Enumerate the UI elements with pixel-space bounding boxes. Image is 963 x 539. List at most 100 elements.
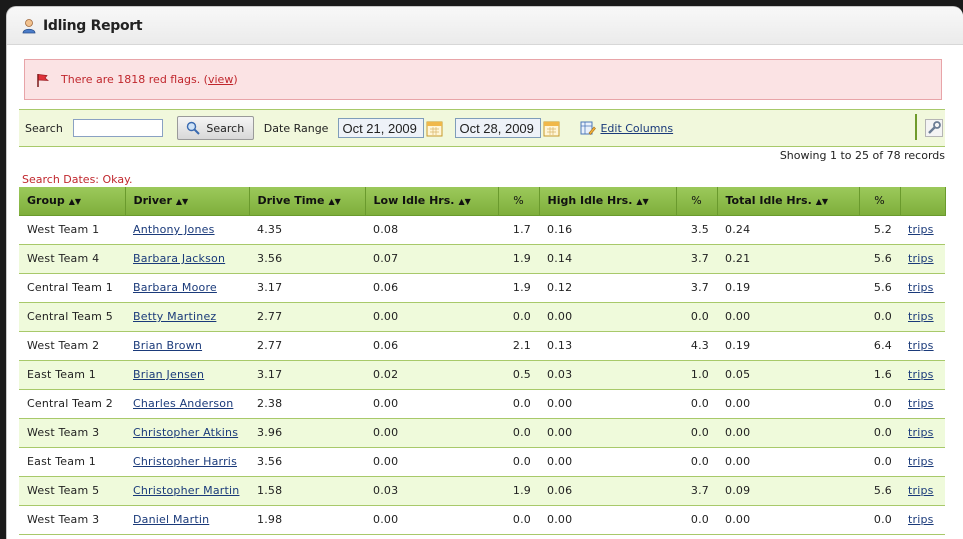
trips-link[interactable]: trips bbox=[908, 513, 934, 526]
total-pct-cell: 5.6 bbox=[859, 476, 900, 506]
low-idle-cell: 0.00 bbox=[365, 447, 498, 477]
drive-time-cell: 3.96 bbox=[249, 418, 365, 448]
trips-link[interactable]: trips bbox=[908, 339, 934, 352]
col-header-high-idle[interactable]: High Idle Hrs. ▲▼ bbox=[539, 187, 677, 216]
driver-link[interactable]: Anthony Jones bbox=[133, 223, 215, 236]
high-idle-cell: 0.00 bbox=[539, 418, 676, 448]
view-flags-link[interactable]: view bbox=[208, 73, 233, 86]
high-pct-cell: 3.5 bbox=[676, 215, 717, 245]
col-header-high-pct[interactable]: % bbox=[676, 187, 718, 216]
search-input[interactable] bbox=[72, 119, 163, 137]
high-idle-cell: 0.00 bbox=[539, 505, 676, 535]
high-idle-cell: 0.06 bbox=[539, 476, 676, 506]
driver-link[interactable]: Brian Brown bbox=[133, 339, 202, 352]
high-idle-cell: 0.14 bbox=[539, 244, 676, 274]
col-header-low-idle[interactable]: Low Idle Hrs. ▲▼ bbox=[365, 187, 499, 216]
driver-cell: Anthony Jones bbox=[125, 215, 249, 245]
wrench-icon[interactable] bbox=[925, 119, 943, 137]
group-cell: East Team 1 bbox=[19, 447, 125, 477]
driver-link[interactable]: Christopher Martin bbox=[133, 484, 239, 497]
trips-cell: trips bbox=[900, 331, 945, 361]
date-from-field[interactable]: Oct 21, 2009 bbox=[338, 118, 425, 138]
low-idle-cell: 0.03 bbox=[365, 476, 498, 506]
high-pct-cell: 3.7 bbox=[676, 476, 717, 506]
driver-link[interactable]: Barbara Jackson bbox=[133, 252, 225, 265]
trips-cell: trips bbox=[900, 418, 945, 448]
driver-cell: Christopher Martin bbox=[125, 476, 249, 506]
group-cell: West Team 3 bbox=[19, 505, 125, 535]
low-idle-cell: 0.00 bbox=[365, 505, 498, 535]
search-label: Search bbox=[25, 121, 63, 135]
driver-link[interactable]: Christopher Harris bbox=[133, 455, 237, 468]
total-idle-cell: 0.00 bbox=[717, 389, 859, 419]
edit-columns-link[interactable]: Edit Columns bbox=[600, 122, 673, 135]
low-pct-cell: 0.0 bbox=[498, 447, 539, 477]
group-cell: Central Team 5 bbox=[19, 302, 125, 332]
driver-link[interactable]: Charles Anderson bbox=[133, 397, 233, 410]
driver-link[interactable]: Brian Jensen bbox=[133, 368, 204, 381]
trips-cell: trips bbox=[900, 505, 945, 535]
drive-time-cell: 3.17 bbox=[249, 273, 365, 303]
drive-time-cell: 3.56 bbox=[249, 447, 365, 477]
trips-link[interactable]: trips bbox=[908, 310, 934, 323]
calendar-to-icon[interactable] bbox=[543, 120, 560, 137]
col-header-actions bbox=[900, 187, 946, 216]
trips-cell: trips bbox=[900, 447, 945, 477]
col-header-total-idle[interactable]: Total Idle Hrs. ▲▼ bbox=[717, 187, 860, 216]
driver-link[interactable]: Christopher Atkins bbox=[133, 426, 238, 439]
group-cell: West Team 1 bbox=[19, 215, 125, 245]
total-idle-cell: 0.05 bbox=[717, 360, 859, 390]
records-count: Showing 1 to 25 of 78 records bbox=[779, 149, 945, 162]
table-row: West Team 1 Anthony Jones 4.35 0.08 1.7 0.16 3… bbox=[19, 215, 945, 245]
col-header-driver[interactable]: Driver ▲▼ bbox=[125, 187, 250, 216]
group-cell: West Team 3 bbox=[19, 418, 125, 448]
red-flag-icon bbox=[35, 72, 51, 88]
low-pct-cell: 0.0 bbox=[498, 505, 539, 535]
col-header-drive-time[interactable]: Drive Time ▲▼ bbox=[249, 187, 366, 216]
drive-time-cell: 3.17 bbox=[249, 360, 365, 390]
col-header-low-pct[interactable]: % bbox=[498, 187, 540, 216]
search-toolbar: Search Search Date Range Oct 21, 2009 Oc… bbox=[19, 109, 945, 147]
col-header-total-pct[interactable]: % bbox=[859, 187, 901, 216]
sort-arrows-icon: ▲▼ bbox=[328, 197, 341, 207]
table-row: West Team 3 Christopher Atkins 3.96 0.00 0.0… bbox=[19, 418, 945, 448]
driver-link[interactable]: Daniel Martin bbox=[133, 513, 209, 526]
trips-link[interactable]: trips bbox=[908, 397, 934, 410]
low-pct-cell: 0.0 bbox=[498, 389, 539, 419]
report-window: Idling Report There are 1818 red flags. … bbox=[6, 6, 963, 539]
total-idle-cell: 0.21 bbox=[717, 244, 859, 274]
driver-link[interactable]: Barbara Moore bbox=[133, 281, 217, 294]
table-row: East Team 1 Brian Jensen 3.17 0.02 0.5 0.03 1.… bbox=[19, 360, 945, 390]
trips-cell: trips bbox=[900, 302, 945, 332]
trips-link[interactable]: trips bbox=[908, 426, 934, 439]
trips-link[interactable]: trips bbox=[908, 455, 934, 468]
low-pct-cell: 0.5 bbox=[498, 360, 539, 390]
high-pct-cell: 0.0 bbox=[676, 302, 717, 332]
total-pct-cell: 1.6 bbox=[859, 360, 900, 390]
red-flag-alert: There are 1818 red flags. (view) bbox=[24, 59, 942, 100]
group-cell: East Team 1 bbox=[19, 360, 125, 390]
trips-link[interactable]: trips bbox=[908, 368, 934, 381]
driver-link[interactable]: Betty Martinez bbox=[133, 310, 216, 323]
calendar-from-icon[interactable] bbox=[426, 120, 443, 137]
driver-cell: Daniel Martin bbox=[125, 505, 249, 535]
trips-link[interactable]: trips bbox=[908, 281, 934, 294]
table-row: West Team 5 Christopher Martin 1.58 0.03 1.9… bbox=[19, 476, 945, 506]
high-pct-cell: 0.0 bbox=[676, 505, 717, 535]
high-idle-cell: 0.13 bbox=[539, 331, 676, 361]
table-row: West Team 4 Barbara Jackson 3.56 0.07 1.9 0.1… bbox=[19, 244, 945, 274]
col-header-group[interactable]: Group ▲▼ bbox=[19, 187, 126, 216]
high-idle-cell: 0.00 bbox=[539, 389, 676, 419]
trips-link[interactable]: trips bbox=[908, 252, 934, 265]
magnifier-icon bbox=[187, 121, 201, 135]
trips-link[interactable]: trips bbox=[908, 223, 934, 236]
table-body: West Team 1 Anthony Jones 4.35 0.08 1.7 0.16 3… bbox=[19, 215, 945, 535]
trips-link[interactable]: trips bbox=[908, 484, 934, 497]
date-to-field[interactable]: Oct 28, 2009 bbox=[455, 118, 542, 138]
search-button[interactable]: Search bbox=[176, 116, 254, 140]
total-pct-cell: 5.6 bbox=[859, 244, 900, 274]
group-cell: Central Team 1 bbox=[19, 273, 125, 303]
total-idle-cell: 0.00 bbox=[717, 302, 859, 332]
edit-columns[interactable]: Edit Columns bbox=[580, 120, 673, 136]
low-idle-cell: 0.06 bbox=[365, 331, 498, 361]
